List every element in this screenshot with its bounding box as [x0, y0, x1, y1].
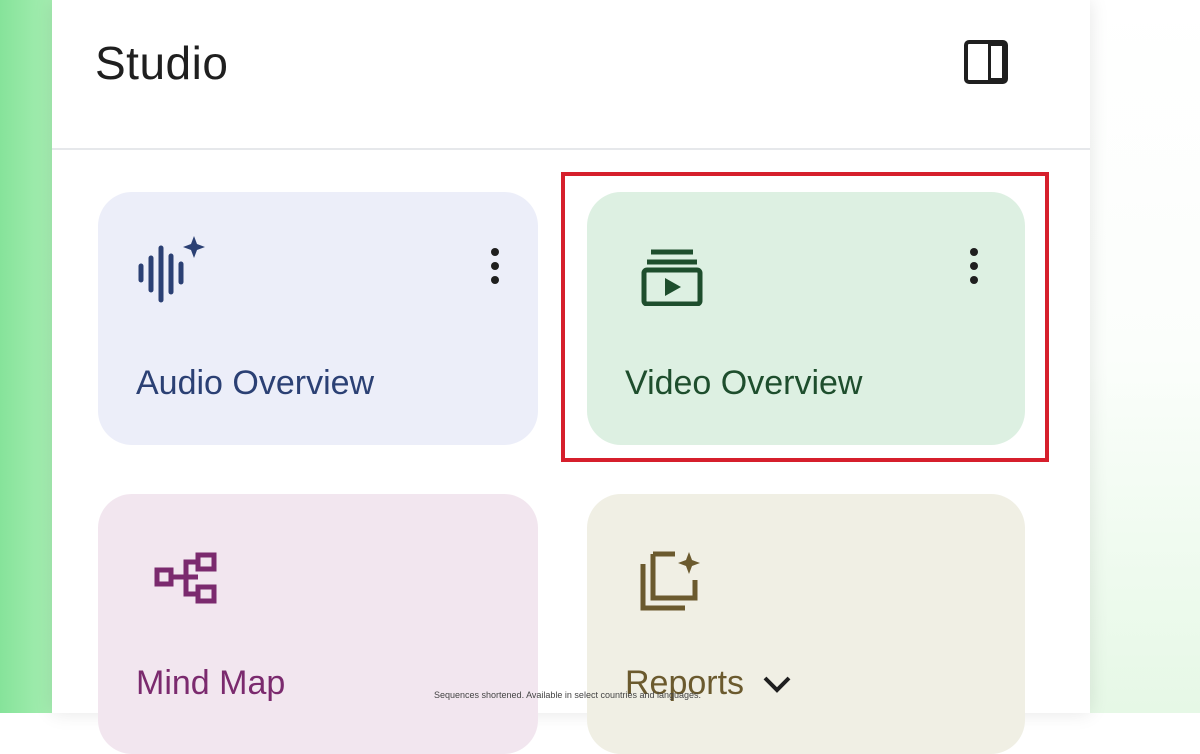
footnote-text: Sequences shortened. Available in select… — [434, 690, 702, 700]
more-vert-icon — [491, 248, 499, 256]
video-stack-play-icon — [641, 248, 703, 311]
page-title: Studio — [95, 37, 229, 89]
more-vert-dot — [491, 262, 499, 270]
reports-sparkle-icon — [639, 550, 705, 617]
reports-card[interactable]: Reports — [587, 494, 1025, 754]
more-vert-icon — [970, 248, 978, 256]
video-overview-label: Video Overview — [625, 364, 863, 402]
mind-map-label: Mind Map — [136, 664, 286, 702]
audio-overview-label: Audio Overview — [136, 364, 375, 402]
audio-overview-card[interactable]: Audio Overview — [98, 192, 538, 445]
mind-map-card[interactable]: Mind Map — [98, 494, 538, 754]
video-more-button[interactable] — [959, 244, 989, 288]
panel-header: Studio — [52, 0, 1090, 150]
studio-panel: Studio Audio Overview Video Overview Min… — [52, 0, 1090, 754]
left-background-strip — [0, 0, 52, 713]
more-vert-dot — [970, 262, 978, 270]
chevron-down-icon[interactable] — [762, 674, 792, 694]
mind-map-icon — [154, 552, 218, 609]
side-panel-icon — [964, 40, 1008, 84]
audio-more-button[interactable] — [480, 244, 510, 288]
audio-wave-sparkle-icon — [136, 234, 208, 319]
more-vert-dot — [970, 276, 978, 284]
video-overview-card[interactable]: Video Overview — [587, 192, 1025, 445]
collapse-panel-button[interactable] — [960, 36, 1012, 88]
right-background-strip — [1090, 0, 1200, 713]
more-vert-dot — [491, 276, 499, 284]
